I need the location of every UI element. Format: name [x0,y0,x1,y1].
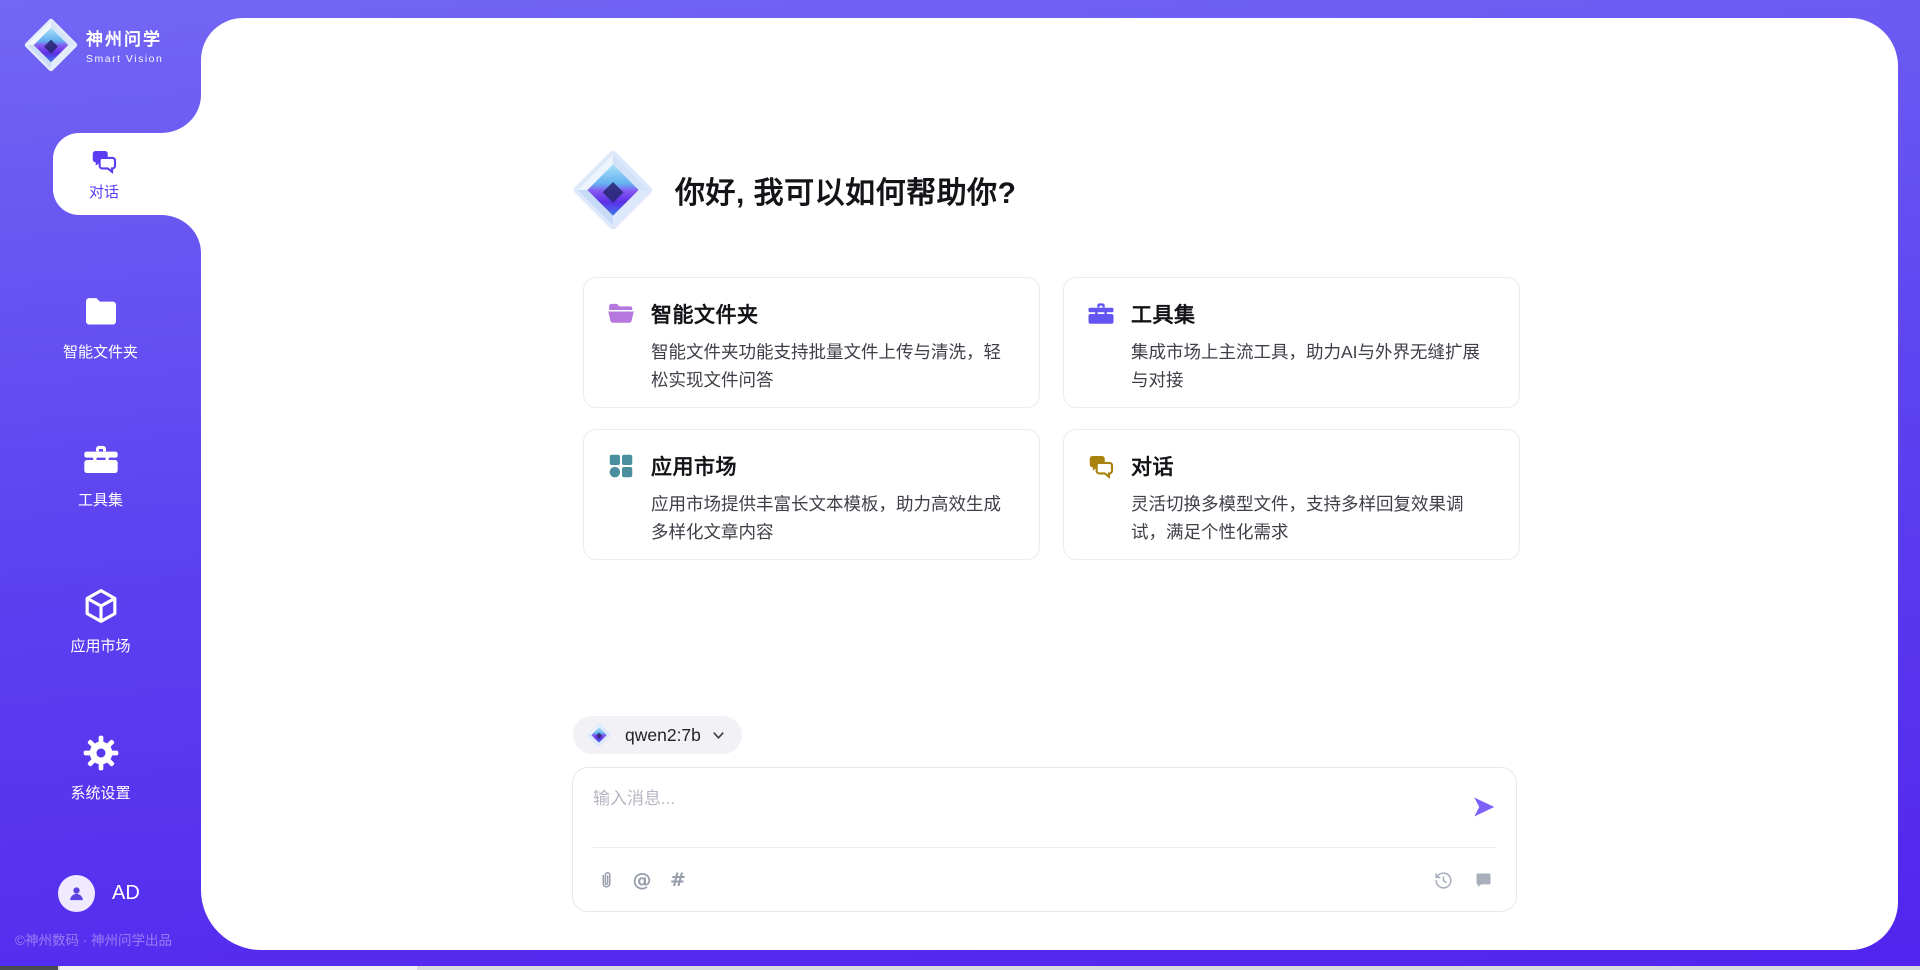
brand-subtitle: Smart Vision [86,53,163,65]
message-input[interactable] [593,782,1456,816]
toolbox-icon [1086,299,1116,329]
tab-fillet-top [161,95,201,133]
sidebar-item-chat[interactable]: 对话 [53,133,201,215]
folder-icon [81,292,121,332]
toolbox-icon [81,440,121,480]
card-title: 工具集 [1131,299,1196,329]
send-icon [1471,794,1497,820]
feature-cards: 智能文件夹 智能文件夹功能支持批量文件上传与清洗，轻松实现文件问答 工具集 集成… [583,277,1520,560]
card-description: 灵活切换多模型文件，支持多样回复效果调试，满足个性化需求 [1131,490,1491,546]
composer-toolbar: @ # [593,860,1496,900]
sidebar-item-label: 系统设置 [70,782,130,803]
card-description: 集成市场上主流工具，助力AI与外界无缝扩展与对接 [1131,338,1491,394]
tab-fillet-bottom [161,215,201,253]
chat-icon [1086,451,1116,481]
composer: @ # [572,767,1517,912]
card-smart-folder[interactable]: 智能文件夹 智能文件夹功能支持批量文件上传与清洗，轻松实现文件问答 [583,277,1040,408]
sidebar-item-label: 应用市场 [70,635,130,656]
hash-icon: # [670,869,686,891]
model-diamond-icon [587,723,611,747]
user-initials: AD [112,882,140,905]
sidebar-item-label: 工具集 [78,489,123,510]
card-toolbox[interactable]: 工具集 集成市场上主流工具，助力AI与外界无缝扩展与对接 [1063,277,1520,408]
brand-diamond-icon [24,18,78,72]
greeting-title: 你好, 我可以如何帮助你? [675,168,1017,212]
composer-divider [593,847,1496,848]
chat-bubble-icon [1473,870,1494,891]
sidebar-item-settings[interactable]: 系统设置 [0,733,201,803]
sidebar: 神州问学 Smart Vision 对话 智能文件夹 [0,0,201,970]
scrollbar-thumb[interactable] [60,966,417,970]
avatar [58,875,95,912]
sidebar-item-app-market[interactable]: 应用市场 [0,586,201,656]
history-button[interactable] [1430,867,1456,893]
scrollbar-corner [0,966,58,970]
sidebar-item-toolbox[interactable]: 工具集 [0,440,201,510]
sidebar-item-label: 对话 [89,181,119,202]
card-chat[interactable]: 对话 灵活切换多模型文件，支持多样回复效果调试，满足个性化需求 [1063,429,1520,560]
paperclip-icon [596,870,617,891]
app-grid-icon [606,451,636,481]
assistant-diamond-icon [573,150,653,230]
history-icon [1433,870,1454,891]
attach-button[interactable] [593,867,619,893]
user-profile[interactable]: AD [58,875,140,912]
brand-name: 神州问学 [86,25,163,50]
brand-logo: 神州问学 Smart Vision [24,18,163,72]
folder-open-icon [606,299,636,329]
feedback-button[interactable] [1470,867,1496,893]
send-button[interactable] [1470,794,1498,822]
card-title: 应用市场 [651,451,737,481]
card-description: 应用市场提供丰富长文本模板，助力高效生成多样化文章内容 [651,490,1011,546]
at-icon: @ [633,869,652,891]
sidebar-item-smart-folder[interactable]: 智能文件夹 [0,292,201,362]
card-title: 智能文件夹 [651,299,759,329]
card-title: 对话 [1131,451,1174,481]
app-root: 神州问学 Smart Vision 对话 智能文件夹 [0,0,1920,970]
cube-icon [81,586,121,626]
card-app-market[interactable]: 应用市场 应用市场提供丰富长文本模板，助力高效生成多样化文章内容 [583,429,1040,560]
greeting: 你好, 我可以如何帮助你? [573,150,1017,230]
chevron-down-icon [711,728,726,743]
card-description: 智能文件夹功能支持批量文件上传与清洗，轻松实现文件问答 [651,338,1011,394]
chat-icon [89,146,119,176]
model-name: qwen2:7b [625,725,701,746]
model-selector[interactable]: qwen2:7b [573,716,742,754]
sidebar-item-label: 智能文件夹 [63,341,138,362]
mention-button[interactable]: @ [629,867,655,893]
copyright-text: ©神州数码 · 神州问学出品 [15,929,172,949]
gear-icon [81,733,121,773]
person-icon [66,883,87,904]
topic-button[interactable]: # [665,867,691,893]
